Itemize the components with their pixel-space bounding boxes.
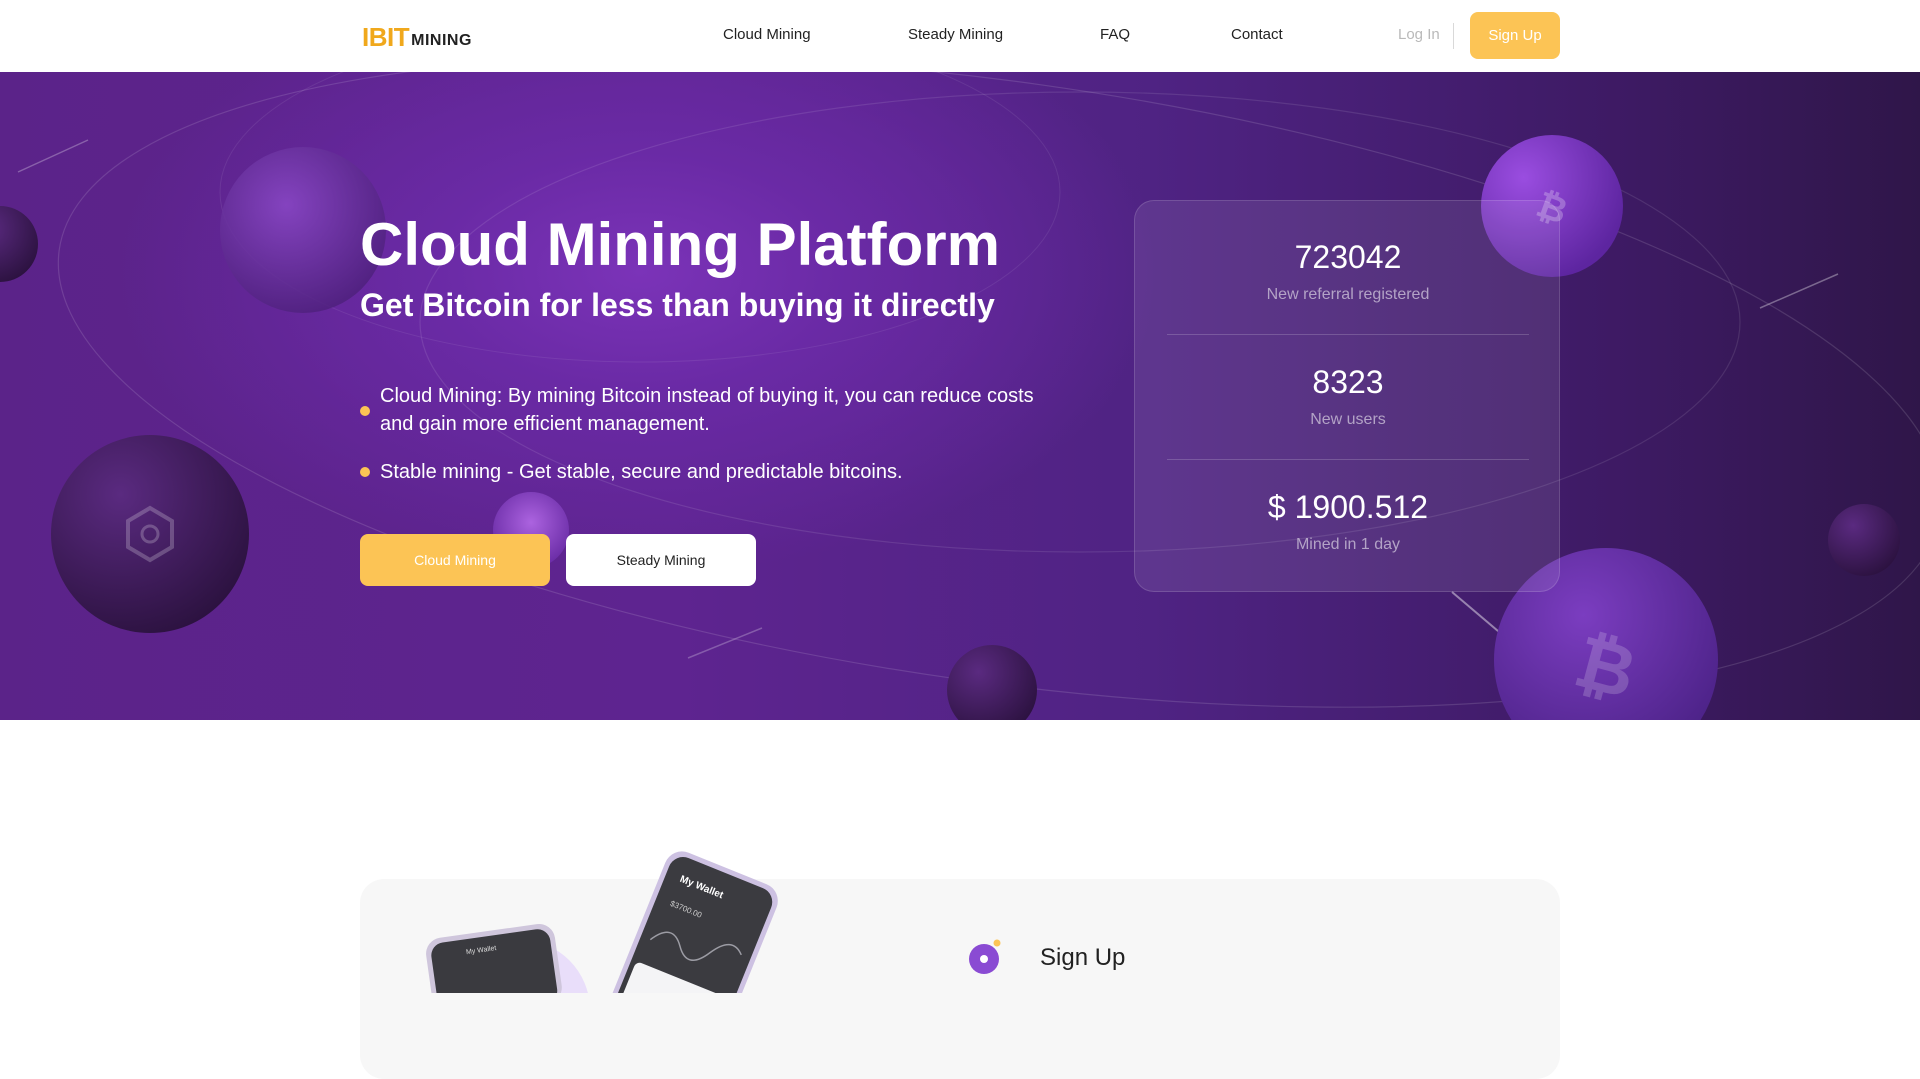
steady-mining-button[interactable]: Steady Mining [566,534,756,586]
stat-divider [1167,334,1529,335]
hero-subtitle: Get Bitcoin for less than buying it dire… [360,287,995,323]
hero-section: ₿ ₿ Cloud Mining Platform Get Bitcoin fo… [0,72,1920,720]
stat-label: New users [1310,411,1386,428]
stat-label: Mined in 1 day [1295,536,1401,553]
signup-step-icon [969,939,1001,974]
stat-label: New referral registered [1266,286,1430,303]
brand-logo[interactable]: IBIT MINING [362,22,472,50]
cloud-mining-button[interactable]: Cloud Mining [360,534,550,586]
section-title: Sign Up [1040,944,1126,971]
stat-divider [1167,459,1529,460]
nav-steady-mining[interactable]: Steady Mining [908,26,1003,43]
stat-value: $ 1900.512 [1267,489,1429,525]
nav-contact[interactable]: Contact [1231,26,1283,43]
feature-card [360,879,1560,1079]
logo-ibit: IBIT [362,22,410,52]
bullet-text: Cloud Mining: By mining Bitcoin instead … [380,385,1034,435]
site-header: IBIT MINING Cloud Mining Steady Mining F… [0,0,1920,72]
bullet-dot [360,406,370,416]
stat-value: 723042 [1294,239,1402,275]
header-divider [1453,23,1454,49]
bullet-dot [360,467,370,477]
stat-new-users: 8323 New users [1135,364,1561,429]
hero-title: Cloud Mining Platform [360,211,1000,278]
nav-faq[interactable]: FAQ [1100,26,1130,43]
stat-value: 8323 [1312,364,1384,400]
login-link[interactable]: Log In [1398,26,1440,43]
signup-button[interactable]: Sign Up [1470,12,1560,59]
nav-cloud-mining[interactable]: Cloud Mining [723,26,811,43]
stat-mined: $ 1900.512 Mined in 1 day [1135,489,1561,554]
stat-referrals: 723042 New referral registered [1135,239,1561,304]
logo-mining: MINING [411,32,472,49]
stats-card: 723042 New referral registered 8323 New … [1134,200,1560,592]
bullet-text: Stable mining - Get stable, secure and p… [380,461,903,483]
